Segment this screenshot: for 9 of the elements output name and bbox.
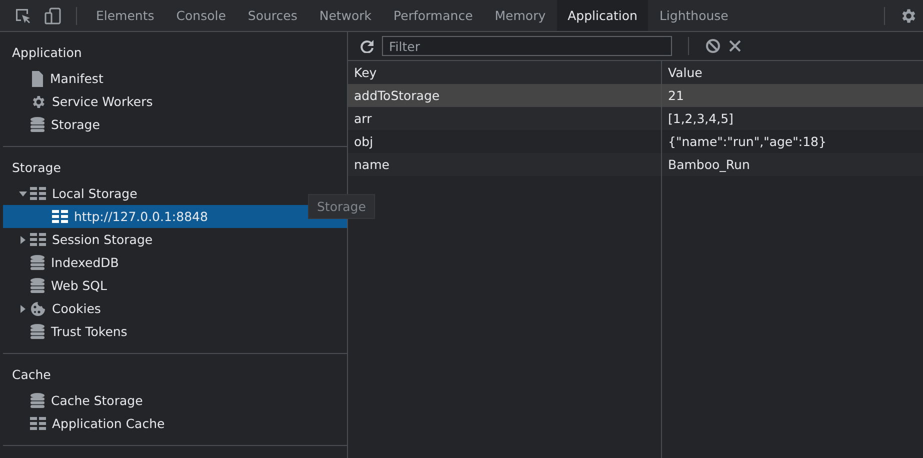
table-cell: name — [348, 153, 662, 176]
section-heading: Application — [11, 44, 83, 62]
section-heading: Storage — [11, 159, 62, 177]
table-cell-text: [1,2,3,4,5] — [667, 110, 734, 128]
section-heading: Cache — [11, 366, 52, 384]
table-cell-text: Bamboo_Run — [667, 156, 751, 174]
table-cell-text: {"name":"run","age":18} — [667, 133, 828, 151]
tooltip: Storage — [308, 194, 375, 219]
table-cell-text: 21 — [667, 87, 685, 105]
